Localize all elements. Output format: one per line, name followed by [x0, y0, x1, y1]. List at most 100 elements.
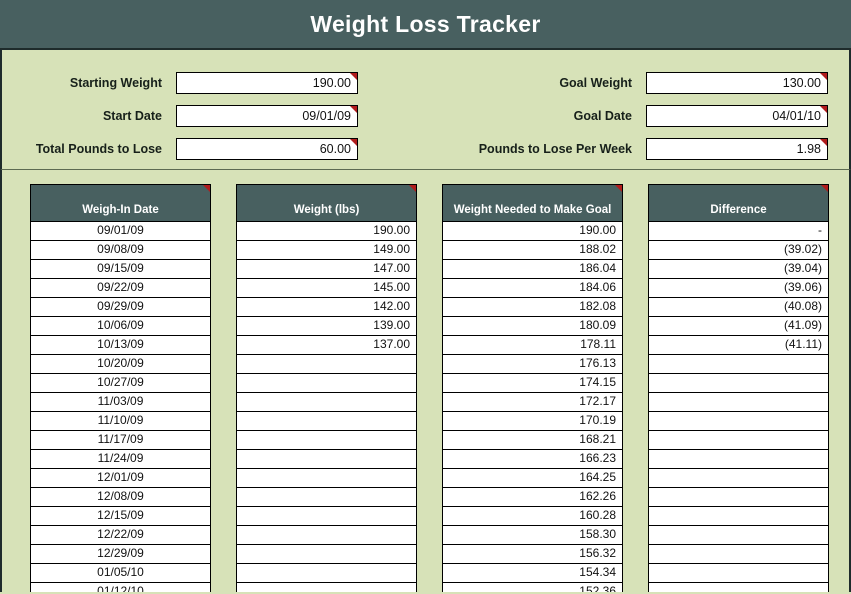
table-cell[interactable]: 09/22/09	[30, 279, 211, 298]
table-cell[interactable]: 11/24/09	[30, 450, 211, 469]
table-cell[interactable]	[236, 564, 417, 583]
value-goal-date: 04/01/10	[772, 109, 821, 123]
table-cell[interactable]: 158.30	[442, 526, 623, 545]
table-cell[interactable]: 184.06	[442, 279, 623, 298]
table-cell[interactable]: 01/05/10	[30, 564, 211, 583]
table-cell[interactable]: 186.04	[442, 260, 623, 279]
table-cell[interactable]: (41.09)	[648, 317, 829, 336]
table-cell[interactable]: 10/13/09	[30, 336, 211, 355]
table-cell[interactable]	[648, 469, 829, 488]
table-cell[interactable]	[236, 583, 417, 592]
column-cells-weight-needed-to-make-goal: 190.00 188.02 186.04 184.06 182.08 180.09 178.…	[442, 222, 623, 592]
table-cell[interactable]: 188.02	[442, 241, 623, 260]
table-cell[interactable]: 176.13	[442, 355, 623, 374]
table-cell[interactable]: 190.00	[442, 222, 623, 241]
app-titlebar: Weight Loss Tracker	[0, 0, 851, 50]
label-total-pounds-to-lose: Total Pounds to Lose	[35, 142, 162, 156]
table-cell[interactable]: (40.08)	[648, 298, 829, 317]
table-cell[interactable]: 10/06/09	[30, 317, 211, 336]
table-cell[interactable]	[236, 412, 417, 431]
table-cell[interactable]	[236, 488, 417, 507]
table-cell[interactable]	[236, 431, 417, 450]
table-cell[interactable]: 12/29/09	[30, 545, 211, 564]
field-row-pounds-to-lose-per-week: Pounds to Lose Per Week 1.98	[442, 138, 828, 160]
input-goal-weight[interactable]: 130.00	[646, 72, 828, 94]
table-cell[interactable]	[236, 450, 417, 469]
table-cell[interactable]: 09/08/09	[30, 241, 211, 260]
table-cell[interactable]: (39.04)	[648, 260, 829, 279]
table-cell[interactable]: -	[648, 222, 829, 241]
table-cell[interactable]: 12/08/09	[30, 488, 211, 507]
table-cell[interactable]	[236, 355, 417, 374]
table-cell[interactable]: 11/03/09	[30, 393, 211, 412]
table-cell[interactable]: 09/15/09	[30, 260, 211, 279]
table-cell[interactable]: 01/12/10	[30, 583, 211, 592]
table-cell[interactable]	[648, 545, 829, 564]
table-cell[interactable]	[236, 374, 417, 393]
table-cell[interactable]	[648, 450, 829, 469]
column-header-weight-lbs[interactable]: Weight (lbs)	[236, 184, 417, 222]
table-cell[interactable]: 174.15	[442, 374, 623, 393]
table-cell[interactable]: 160.28	[442, 507, 623, 526]
table-cell[interactable]: 142.00	[236, 298, 417, 317]
input-goal-date[interactable]: 04/01/10	[646, 105, 828, 127]
table-cell[interactable]	[648, 507, 829, 526]
table-cell[interactable]	[236, 469, 417, 488]
table-cell[interactable]: 10/27/09	[30, 374, 211, 393]
table-cell[interactable]: 11/17/09	[30, 431, 211, 450]
table-cell[interactable]	[648, 412, 829, 431]
table-cell[interactable]: 145.00	[236, 279, 417, 298]
table-cell[interactable]	[648, 374, 829, 393]
table-cell[interactable]	[648, 393, 829, 412]
table-cell[interactable]: 180.09	[442, 317, 623, 336]
column-header-weigh-in-date[interactable]: Weigh-In Date	[30, 184, 211, 222]
table-cell[interactable]: (39.02)	[648, 241, 829, 260]
table-cell[interactable]: 10/20/09	[30, 355, 211, 374]
column-header-weight-needed-to-make-goal[interactable]: Weight Needed to Make Goal	[442, 184, 623, 222]
table-cell[interactable]: 168.21	[442, 431, 623, 450]
column-header-difference[interactable]: Difference	[648, 184, 829, 222]
table-cell[interactable]: 11/10/09	[30, 412, 211, 431]
table-cell[interactable]	[648, 526, 829, 545]
table-cell[interactable]: 164.25	[442, 469, 623, 488]
table-cell[interactable]: 170.19	[442, 412, 623, 431]
table-cell[interactable]: 172.17	[442, 393, 623, 412]
table-cell[interactable]: 12/01/09	[30, 469, 211, 488]
table-cell[interactable]	[648, 431, 829, 450]
table-cell[interactable]: 147.00	[236, 260, 417, 279]
label-goal-weight: Goal Weight	[559, 76, 632, 90]
table-cell[interactable]: 156.32	[442, 545, 623, 564]
table-cell[interactable]: 182.08	[442, 298, 623, 317]
table-cell[interactable]: 154.34	[442, 564, 623, 583]
table-cell[interactable]: (41.11)	[648, 336, 829, 355]
table-cell[interactable]: 09/01/09	[30, 222, 211, 241]
table-cell[interactable]: 152.36	[442, 583, 623, 592]
summary-panel: Starting Weight 190.00 Start Date 09/01/…	[0, 50, 851, 170]
input-pounds-to-lose-per-week[interactable]: 1.98	[646, 138, 828, 160]
input-start-date[interactable]: 09/01/09	[176, 105, 358, 127]
table-cell[interactable]	[648, 488, 829, 507]
table-cell[interactable]: 12/15/09	[30, 507, 211, 526]
table-cell[interactable]: 139.00	[236, 317, 417, 336]
input-total-pounds-to-lose[interactable]: 60.00	[176, 138, 358, 160]
table-cell[interactable]: 190.00	[236, 222, 417, 241]
table-cell[interactable]: 162.26	[442, 488, 623, 507]
table-cell[interactable]	[236, 393, 417, 412]
table-cell[interactable]: 137.00	[236, 336, 417, 355]
table-cell[interactable]	[236, 526, 417, 545]
input-starting-weight[interactable]: 190.00	[176, 72, 358, 94]
field-row-start-date: Start Date 09/01/09	[2, 105, 358, 127]
table-cell[interactable]	[648, 564, 829, 583]
table-cell[interactable]	[236, 507, 417, 526]
table-cell[interactable]: 12/22/09	[30, 526, 211, 545]
table-cell[interactable]: 166.23	[442, 450, 623, 469]
column-header-label: Weight Needed to Make Goal	[453, 204, 612, 217]
table-cell[interactable]	[648, 583, 829, 592]
table-cell[interactable]: (39.06)	[648, 279, 829, 298]
table-cell[interactable]: 178.11	[442, 336, 623, 355]
table-cell[interactable]: 149.00	[236, 241, 417, 260]
table-cell[interactable]	[648, 355, 829, 374]
table-cell[interactable]: 09/29/09	[30, 298, 211, 317]
table-cell[interactable]	[236, 545, 417, 564]
column-weight-lbs: Weight (lbs) 190.00 149.00 147.00 145.00 142…	[236, 184, 417, 592]
